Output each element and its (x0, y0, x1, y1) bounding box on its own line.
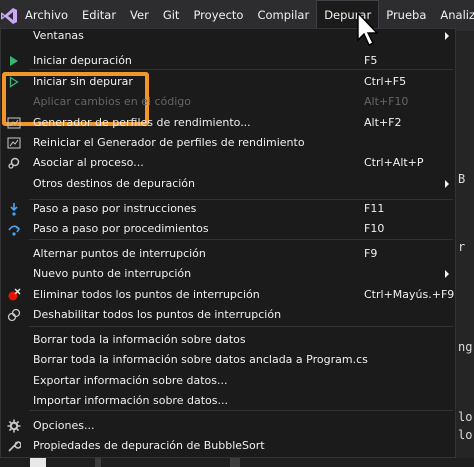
menu-item-label: Nuevo punto de interrupción (33, 267, 192, 280)
menu-item-label: Opciones... (33, 419, 95, 432)
play-icon (7, 54, 21, 68)
menu-item-label: Propiedades de depuración de BubbleSort (33, 439, 265, 452)
wrench-icon (7, 439, 21, 453)
delete-breakpoints-icon (7, 288, 21, 302)
menu-item-label: Importar información sobre datos... (33, 394, 228, 407)
submenu-arrow-icon (445, 180, 449, 188)
menu-item-label: Alternar puntos de interrupción (33, 247, 206, 260)
menu-item-label: Exportar información sobre datos... (33, 374, 228, 387)
menu-item-otros-destinos[interactable]: Otros destinos de depuración (1, 174, 455, 194)
submenu-arrow-icon (445, 32, 449, 40)
submenu-arrow-icon (445, 270, 449, 278)
mouse-cursor-icon (357, 11, 381, 51)
step-into-icon (7, 202, 21, 216)
editor-code-fragment: lo (458, 410, 473, 424)
menu-item-label: Iniciar depuración (33, 54, 132, 67)
menu-item-label: Ventanas (33, 29, 84, 42)
disable-breakpoints-icon (7, 308, 21, 322)
menu-item-label: Otros destinos de depuración (33, 177, 196, 190)
menu-separator (29, 326, 453, 327)
menu-item-borrar-anclada[interactable]: Borrar toda la información sobre datos a… (1, 350, 455, 370)
gear-icon (7, 419, 21, 433)
menu-item-label: Borrar toda la información sobre datos (33, 333, 246, 346)
profiler-icon (7, 116, 21, 130)
editor-code-fragment: lo (458, 428, 473, 442)
menu-item-label: Borrar toda la información sobre datos a… (33, 353, 368, 366)
menu-item-shortcut: Alt+F2 (364, 116, 402, 129)
menu-item-nuevo-punto[interactable]: Nuevo punto de interrupción (1, 264, 455, 284)
menu-item-propiedades-depuracion[interactable]: Propiedades de depuración de BubbleSort (1, 436, 455, 456)
menu-item-shortcut: F11 (364, 202, 385, 215)
menu-item-paso-instrucciones[interactable]: Paso a paso por instrucciones F11 (1, 199, 455, 219)
menu-item-asociar-proceso[interactable]: Asociar al proceso... Ctrl+Alt+P (1, 153, 455, 173)
editor-code-fragment: r (458, 240, 466, 254)
editor-code-fragment: ng (458, 340, 473, 354)
menu-item-shortcut: F5 (364, 54, 378, 67)
menu-item-label: Paso a paso por instrucciones (33, 202, 197, 215)
menu-item-exportar-informacion[interactable]: Exportar información sobre datos... (1, 371, 455, 391)
menu-item-shortcut: Ctrl+F5 (364, 75, 407, 88)
menu-item-borrar-informacion[interactable]: Borrar toda la información sobre datos (1, 330, 455, 350)
editor-code-fragment: B (458, 172, 466, 186)
menu-item-deshabilitar-puntos[interactable]: Deshabilitar todos los puntos de interru… (1, 305, 455, 325)
menu-item-iniciar-depuracion[interactable]: Iniciar depuración F5 (1, 51, 455, 71)
menu-item-label: Deshabilitar todos los puntos de interru… (33, 308, 282, 321)
menu-item-label: Eliminar todos los puntos de interrupció… (33, 288, 260, 301)
menu-item-label: Generador de perfiles de rendimiento... (33, 116, 251, 129)
step-over-icon (7, 222, 21, 236)
play-outline-icon (7, 75, 21, 89)
menu-item-aplicar-cambios: Aplicar cambios en el código Alt+F10 (1, 92, 455, 112)
profiler-restart-icon (7, 136, 21, 150)
menu-item-importar-informacion[interactable]: Importar información sobre datos... (1, 391, 455, 411)
editor-bottom-strip (0, 458, 474, 467)
menu-item-reiniciar-generador[interactable]: Reiniciar el Generador de perfiles de re… (1, 133, 455, 153)
menu-item-shortcut: Ctrl+Alt+P (364, 156, 424, 169)
menu-item-label: Reiniciar el Generador de perfiles de re… (33, 136, 305, 149)
menu-item-label: Aplicar cambios en el código (33, 95, 192, 108)
menu-item-iniciar-sin-depurar[interactable]: Iniciar sin depurar Ctrl+F5 (1, 72, 455, 92)
attach-process-icon (7, 156, 21, 170)
menu-item-generador-perfiles[interactable]: Generador de perfiles de rendimiento... … (1, 113, 455, 133)
menu-item-label: Asociar al proceso... (33, 156, 144, 169)
menu-item-ventanas[interactable]: Ventanas (1, 26, 455, 46)
depurar-dropdown-menu: Ventanas Iniciar depuración F5 Iniciar s… (0, 28, 456, 458)
menu-item-shortcut: Ctrl+Mayús.+F9 (364, 288, 455, 301)
menu-item-paso-procedimientos[interactable]: Paso a paso por procedimientos F10 (1, 219, 455, 239)
menu-item-opciones[interactable]: Opciones... (1, 416, 455, 436)
menu-item-eliminar-puntos[interactable]: Eliminar todos los puntos de interrupció… (1, 285, 455, 305)
menu-item-label: Paso a paso por procedimientos (33, 222, 209, 235)
menu-item-alternar-puntos[interactable]: Alternar puntos de interrupción F9 (1, 244, 455, 264)
menu-item-shortcut: F10 (364, 222, 385, 235)
menu-separator (29, 239, 453, 240)
menu-item-shortcut: Alt+F10 (364, 95, 409, 108)
menu-item-label: Iniciar sin depurar (33, 75, 133, 88)
menu-item-shortcut: F9 (364, 247, 378, 260)
